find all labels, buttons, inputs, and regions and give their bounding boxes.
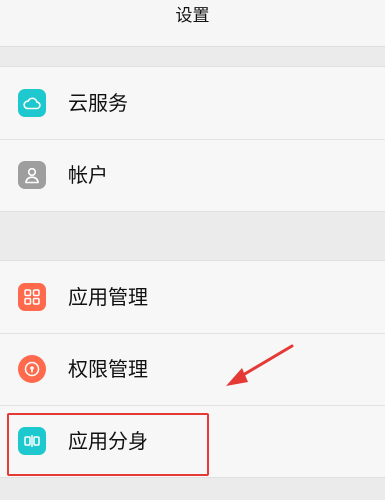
settings-screen: 设置 云服务 帐户 应用管理 权限管理 应用分身 (0, 0, 385, 500)
pointer-arrow (226, 344, 294, 386)
